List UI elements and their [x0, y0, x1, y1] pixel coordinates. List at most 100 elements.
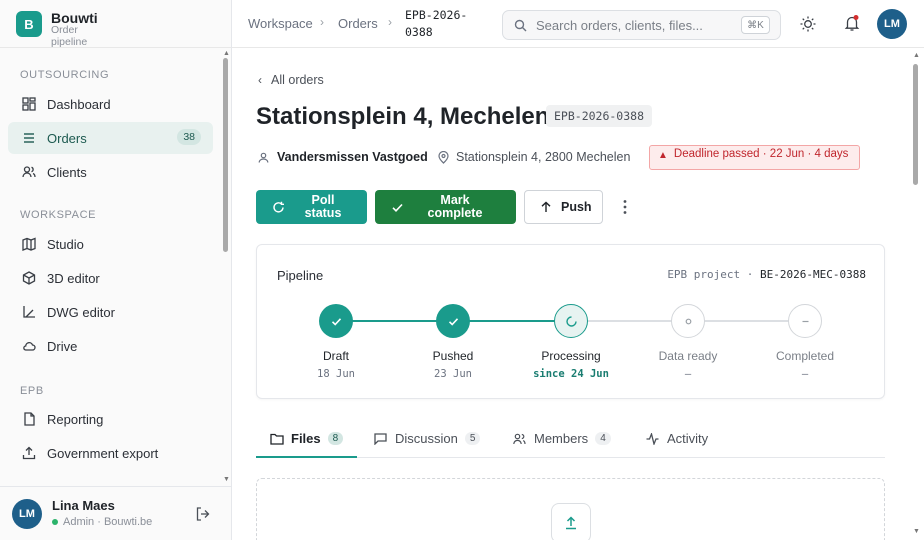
deadline-alert: ▲ Deadline passed · 22 Jun · 4 days	[649, 145, 860, 170]
tab-members[interactable]: Members 4	[513, 431, 611, 446]
brand-logo: B	[16, 11, 42, 37]
sidebar-item-studio[interactable]: Studio	[8, 228, 213, 260]
theme-toggle-sun-icon[interactable]	[799, 15, 817, 38]
main-scroll-up-arrow[interactable]: ▲	[913, 52, 920, 59]
mark-complete-button[interactable]: Mark complete	[375, 190, 516, 224]
report-icon	[21, 411, 37, 427]
breadcrumb-orders[interactable]: Orders	[338, 16, 378, 31]
pipeline-card: Pipeline EPB project · BE-2026-MEC-0388 …	[256, 244, 885, 399]
avatar: LM	[12, 499, 42, 529]
main-scroll-down-arrow[interactable]: ▼	[913, 528, 920, 535]
address-text: Stationsplein 4, 2800 Mechelen	[456, 150, 631, 164]
chevron-left-icon: ‹	[258, 73, 262, 87]
client-name: Vandersmissen Vastgoed	[277, 150, 428, 164]
breadcrumb-workspace[interactable]: Workspace	[248, 16, 313, 31]
tab-label: Files	[291, 431, 321, 446]
notifications-bell-icon[interactable]	[843, 14, 861, 37]
cloud-icon	[21, 338, 37, 354]
sidebar-scrollbar[interactable]	[223, 58, 228, 252]
poll-status-button[interactable]: Poll status	[256, 190, 367, 224]
main-scrollbar[interactable]	[913, 64, 918, 185]
arrow-up-icon	[541, 201, 551, 212]
location-pin-icon	[438, 150, 449, 164]
section-epb: EPB	[20, 385, 44, 397]
step-pushed	[436, 304, 470, 338]
sidebar-item-label: Drive	[47, 338, 78, 354]
section-workspace: WORKSPACE	[20, 209, 97, 221]
sidebar-item-government-export[interactable]: Government export	[8, 437, 213, 469]
scroll-up-arrow[interactable]: ▲	[223, 50, 230, 57]
export-icon	[21, 445, 37, 461]
step-completed	[788, 304, 822, 338]
refresh-icon	[273, 201, 284, 213]
search-input[interactable]: Search orders, clients, files... ⌘K	[502, 10, 781, 40]
chat-icon	[374, 432, 387, 445]
sidebar-item-clients[interactable]: Clients	[8, 156, 213, 188]
folder-icon	[270, 433, 284, 445]
sidebar-item-label: DWG editor	[47, 304, 115, 320]
upload-button[interactable]	[551, 503, 591, 540]
detail-tabs: Files 8 Discussion 5 Members 4 Activity	[256, 420, 885, 458]
sidebar-item-label: Studio	[47, 236, 84, 252]
sidebar: B Bouwti Order pipeline OUTSOURCING Dash…	[0, 0, 232, 540]
upload-icon	[566, 516, 576, 530]
spinner-icon	[565, 315, 577, 327]
tab-count: 8	[327, 432, 344, 445]
logout-icon[interactable]	[195, 506, 211, 527]
sidebar-item-dashboard[interactable]: Dashboard	[8, 88, 213, 120]
section-outsourcing: OUTSOURCING	[20, 69, 110, 81]
search-icon	[514, 19, 527, 32]
back-link[interactable]: ‹ All orders	[258, 73, 324, 87]
client-meta[interactable]: Vandersmissen Vastgoed	[258, 150, 428, 164]
step-label: Data ready	[658, 349, 718, 363]
pipeline-title: Pipeline	[277, 268, 324, 283]
orders-count-badge: 38	[177, 129, 201, 145]
step-label: Processing	[541, 349, 601, 363]
user-role: Admin · Bouwti.be	[52, 516, 152, 528]
brand-subtitle: Order pipeline	[51, 24, 88, 48]
sidebar-item-orders[interactable]: Orders 38	[8, 122, 213, 154]
back-link-label: All orders	[271, 73, 324, 87]
sidebar-item-drive[interactable]: Drive	[8, 330, 213, 362]
sidebar-nav: OUTSOURCING Dashboard Orders 38 Clients …	[0, 48, 222, 486]
scroll-down-arrow[interactable]: ▼	[223, 476, 230, 483]
sidebar-item-dwg-editor[interactable]: DWG editor	[8, 296, 213, 328]
drafting-icon	[21, 304, 37, 320]
tab-count: 4	[595, 432, 611, 445]
check-icon	[448, 317, 458, 326]
more-options-icon[interactable]	[622, 199, 628, 220]
step-label: Completed	[775, 349, 835, 363]
step-date: since 24 Jun	[533, 368, 609, 380]
order-detail: ‹ All orders Stationsplein 4, Mechelen E…	[232, 48, 912, 540]
order-code-tag: EPB-2026-0388	[546, 105, 653, 127]
sidebar-item-reporting[interactable]: Reporting	[8, 403, 213, 435]
sidebar-item-3d-editor[interactable]: 3D editor	[8, 262, 213, 294]
shortcut-hint: ⌘K	[741, 16, 770, 34]
poll-status-label: Poll status	[304, 193, 342, 220]
topbar: Workspace › Orders › EPB-2026-0388 Searc…	[232, 0, 924, 48]
user-panel[interactable]: LM Lina Maes Admin · Bouwti.be	[0, 486, 231, 540]
check-icon	[331, 317, 341, 326]
deadline-text: Deadline passed · 22 Jun · 4 days	[673, 148, 849, 160]
chevron-right-icon: ›	[320, 15, 324, 29]
epb-project-code: BE-2026-MEC-0388	[760, 268, 866, 281]
tab-files[interactable]: Files 8	[270, 431, 344, 446]
active-tab-indicator	[256, 456, 357, 458]
file-dropzone[interactable]	[256, 478, 885, 540]
search-placeholder: Search orders, clients, files...	[536, 18, 703, 33]
sidebar-item-label: Clients	[47, 164, 87, 180]
step-label: Draft	[322, 349, 349, 363]
epb-project-label: EPB project ·	[667, 268, 754, 281]
step-date: 18 Jun	[317, 368, 355, 380]
step-processing	[554, 304, 588, 338]
tab-label: Members	[534, 431, 589, 446]
push-button[interactable]: Push	[524, 190, 603, 224]
brand-header[interactable]: B Bouwti Order pipeline	[0, 0, 231, 48]
tab-discussion[interactable]: Discussion 5	[374, 431, 481, 446]
epb-project-ref: EPB project · BE-2026-MEC-0388	[667, 268, 866, 281]
top-avatar[interactable]: LM	[877, 9, 907, 39]
sidebar-item-label: Dashboard	[47, 96, 111, 112]
step-data-ready	[671, 304, 705, 338]
tab-activity[interactable]: Activity	[646, 431, 708, 446]
warning-icon: ▲	[658, 150, 668, 161]
